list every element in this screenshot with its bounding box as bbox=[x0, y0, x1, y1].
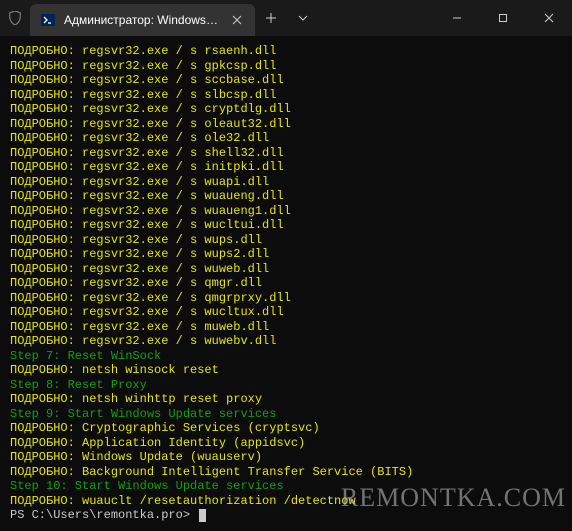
terminal-line: ПОДРОБНО: Cryptographic Services (crypts… bbox=[10, 421, 562, 436]
terminal-line: ПОДРОБНО: regsvr32.exe / s oleaut32.dll bbox=[10, 117, 562, 132]
tab-dropdown-button[interactable] bbox=[287, 2, 319, 34]
terminal-line: ПОДРОБНО: regsvr32.exe / s qmgrprxy.dll bbox=[10, 291, 562, 306]
terminal-line: Step 8: Reset Proxy bbox=[10, 378, 562, 393]
terminal-line: ПОДРОБНО: regsvr32.exe / s sccbase.dll bbox=[10, 73, 562, 88]
minimize-button[interactable] bbox=[434, 0, 480, 36]
tab-close-button[interactable] bbox=[229, 12, 245, 28]
terminal-line: ПОДРОБНО: regsvr32.exe / s rsaenh.dll bbox=[10, 44, 562, 59]
terminal-line: ПОДРОБНО: regsvr32.exe / s ole32.dll bbox=[10, 131, 562, 146]
terminal-line: ПОДРОБНО: regsvr32.exe / s wucltui.dll bbox=[10, 218, 562, 233]
window-close-button[interactable] bbox=[526, 0, 572, 36]
terminal-line: ПОДРОБНО: regsvr32.exe / s wucltux.dll bbox=[10, 305, 562, 320]
terminal-line: ПОДРОБНО: regsvr32.exe / s wups.dll bbox=[10, 233, 562, 248]
terminal-line: ПОДРОБНО: Application Identity (appidsvc… bbox=[10, 436, 562, 451]
titlebar: Администратор: Windows Po… bbox=[0, 0, 572, 36]
terminal-line: ПОДРОБНО: netsh winsock reset bbox=[10, 363, 562, 378]
terminal-line: ПОДРОБНО: Windows Update (wuauserv) bbox=[10, 450, 562, 465]
terminal-output[interactable]: ПОДРОБНО: regsvr32.exe / s rsaenh.dllПОД… bbox=[0, 36, 572, 531]
cursor bbox=[199, 509, 206, 522]
close-icon bbox=[544, 13, 554, 23]
terminal-line: ПОДРОБНО: Background Intelligent Transfe… bbox=[10, 465, 562, 480]
tab-title: Администратор: Windows Po… bbox=[64, 13, 221, 27]
terminal-line: ПОДРОБНО: wuauclt /resetauthorization /d… bbox=[10, 494, 562, 509]
terminal-line: ПОДРОБНО: regsvr32.exe / s qmgr.dll bbox=[10, 276, 562, 291]
terminal-line: ПОДРОБНО: regsvr32.exe / s muweb.dll bbox=[10, 320, 562, 335]
active-tab[interactable]: Администратор: Windows Po… bbox=[30, 4, 255, 36]
terminal-line: ПОДРОБНО: regsvr32.exe / s wuweb.dll bbox=[10, 262, 562, 277]
app-shield-icon bbox=[0, 11, 30, 25]
terminal-line: Step 10: Start Windows Update services bbox=[10, 479, 562, 494]
close-icon bbox=[232, 15, 242, 25]
powershell-icon bbox=[40, 12, 56, 28]
terminal-line: ПОДРОБНО: regsvr32.exe / s wuapi.dll bbox=[10, 175, 562, 190]
terminal-line: ПОДРОБНО: regsvr32.exe / s initpki.dll bbox=[10, 160, 562, 175]
chevron-down-icon bbox=[298, 13, 308, 23]
maximize-icon bbox=[498, 13, 508, 23]
terminal-line: Step 7: Reset WinSock bbox=[10, 349, 562, 364]
terminal-line: ПОДРОБНО: netsh winhttp reset proxy bbox=[10, 392, 562, 407]
minimize-icon bbox=[452, 13, 462, 23]
plus-icon bbox=[265, 12, 277, 24]
terminal-line: ПОДРОБНО: regsvr32.exe / s wups2.dll bbox=[10, 247, 562, 262]
terminal-line: ПОДРОБНО: regsvr32.exe / s wuaueng.dll bbox=[10, 189, 562, 204]
terminal-line: ПОДРОБНО: regsvr32.exe / s gpkcsp.dll bbox=[10, 59, 562, 74]
terminal-line: ПОДРОБНО: regsvr32.exe / s shell32.dll bbox=[10, 146, 562, 161]
prompt-line[interactable]: PS C:\Users\remontka.pro> bbox=[10, 508, 562, 523]
terminal-line: ПОДРОБНО: regsvr32.exe / s cryptdlg.dll bbox=[10, 102, 562, 117]
new-tab-button[interactable] bbox=[255, 2, 287, 34]
terminal-line: ПОДРОБНО: regsvr32.exe / s slbcsp.dll bbox=[10, 88, 562, 103]
terminal-line: Step 9: Start Windows Update services bbox=[10, 407, 562, 422]
terminal-line: ПОДРОБНО: regsvr32.exe / s wuwebv.dll bbox=[10, 334, 562, 349]
terminal-line: ПОДРОБНО: regsvr32.exe / s wuaueng1.dll bbox=[10, 204, 562, 219]
maximize-button[interactable] bbox=[480, 0, 526, 36]
